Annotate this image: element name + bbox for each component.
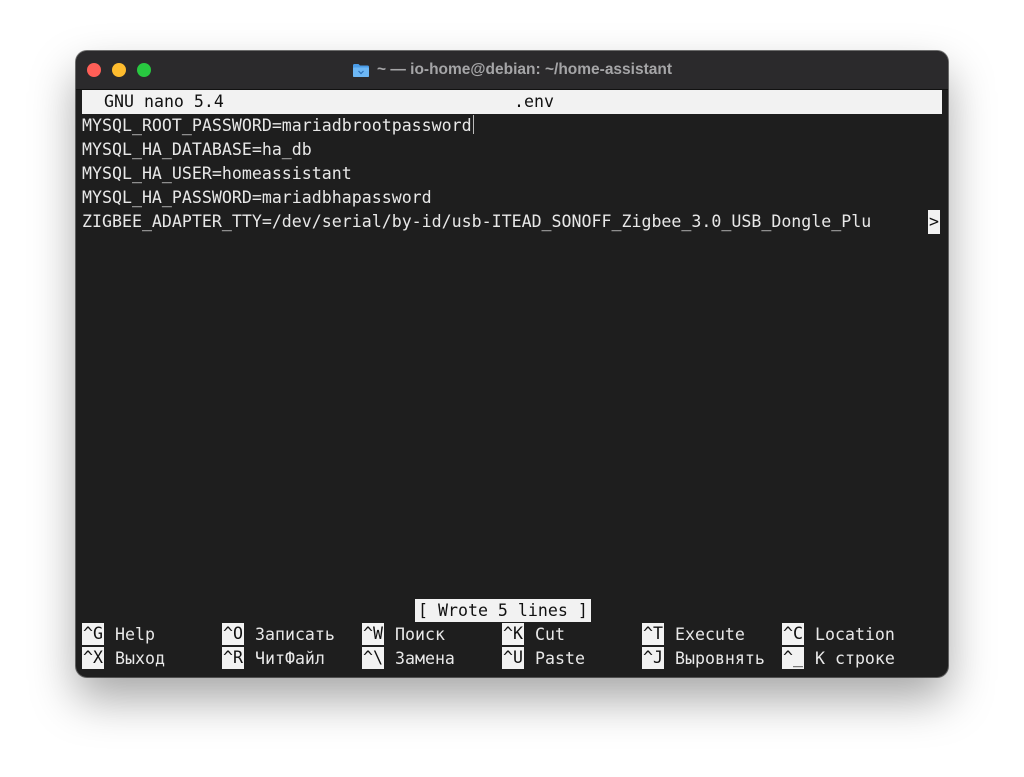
editor-line[interactable]: MYSQL_HA_DATABASE=ha_db [82,138,312,162]
line-overflow-marker: > [928,210,940,234]
shortcut-key: ^K [502,623,524,645]
shortcut-help[interactable]: ^G Help [82,623,155,647]
shortcut-write[interactable]: ^O Записать [222,623,335,647]
editor-line[interactable]: ZIGBEE_ADAPTER_TTY=/dev/serial/by-id/usb… [82,210,871,234]
shortcut-key: ^C [782,623,804,645]
shortcut-justify[interactable]: ^J Выровнять [642,647,765,671]
shortcut-replace[interactable]: ^\ Замена [362,647,455,671]
shortcut-key: ^G [82,623,104,645]
shortcut-go-to-line[interactable]: ^_ К строке [782,647,895,671]
folder-icon [352,63,370,78]
shortcut-location[interactable]: ^C Location [782,623,895,647]
terminal-content[interactable]: GNU nano 5.4 .env MYSQL_ROOT_PASSWORD=ma… [82,90,942,670]
text-cursor [472,115,474,134]
editor-line[interactable]: MYSQL_ROOT_PASSWORD=mariadbrootpassword [82,114,474,138]
shortcut-label: Замена [394,649,455,668]
shortcut-search[interactable]: ^W Поиск [362,623,445,647]
shortcut-cut[interactable]: ^K Cut [502,623,565,647]
shortcut-key: ^J [642,647,664,669]
nano-header: GNU nano 5.4 .env [82,90,942,114]
shortcut-key: ^X [82,647,104,669]
shortcut-execute[interactable]: ^T Execute [642,623,745,647]
shortcut-key: ^W [362,623,384,645]
title-bar[interactable]: ~ — io-home@debian: ~/home-assistant [76,51,948,90]
shortcut-label: Выровнять [674,649,765,668]
status-message: [ Wrote 5 lines ] [415,599,591,622]
shortcut-exit[interactable]: ^X Выход [82,647,165,671]
shortcut-read-file[interactable]: ^R ЧитФайл [222,647,325,671]
shortcut-key: ^U [502,647,524,669]
editor-version: GNU nano 5.4 [104,92,224,111]
terminal-window: ~ — io-home@debian: ~/home-assistant GNU… [76,51,948,677]
shortcut-label: Поиск [394,625,445,644]
shortcut-key: ^T [642,623,664,645]
shortcut-label: Cut [534,625,565,644]
window-title: ~ — io-home@debian: ~/home-assistant [376,61,673,78]
shortcut-label: Paste [534,649,585,668]
shortcut-label: Execute [674,625,745,644]
shortcut-paste[interactable]: ^U Paste [502,647,585,671]
editor-line[interactable]: MYSQL_HA_PASSWORD=mariadbhapassword [82,186,432,210]
shortcut-label: К строке [814,649,895,668]
shortcut-key: ^\ [362,647,384,669]
editor-line[interactable]: MYSQL_HA_USER=homeassistant [82,162,352,186]
file-name: .env [514,92,554,111]
shortcut-key: ^O [222,623,244,645]
shortcut-label: Help [114,625,155,644]
shortcut-key: ^_ [782,647,804,669]
shortcut-label: Записать [254,625,335,644]
shortcut-label: Location [814,625,895,644]
shortcut-label: ЧитФайл [254,649,325,668]
shortcut-key: ^R [222,647,244,669]
shortcut-label: Выход [114,649,165,668]
